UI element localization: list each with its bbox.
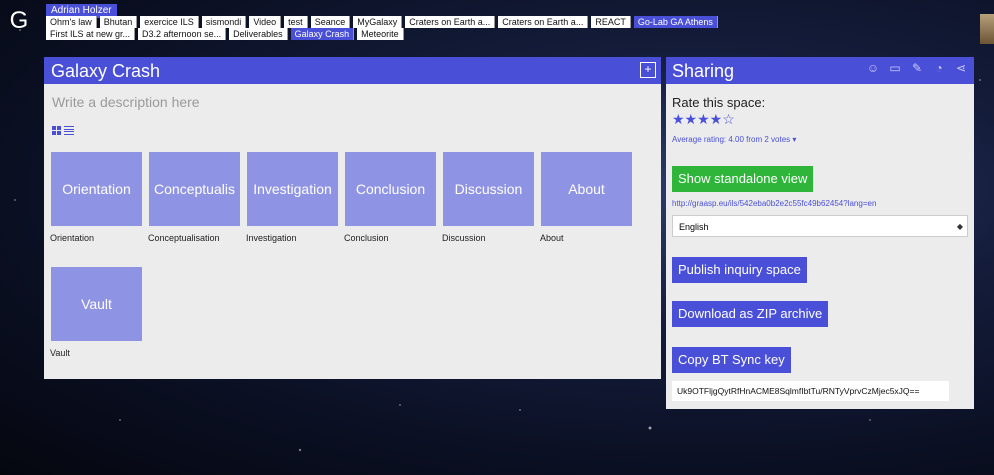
avatar[interactable] <box>980 14 994 44</box>
language-value: English <box>679 222 709 232</box>
sharing-panel: Sharing ☺ ▭ ✎ ◔ ⋖ Rate this space: ★★★★☆… <box>666 57 974 409</box>
phase-tile-about[interactable]: About <box>541 152 632 226</box>
language-select[interactable]: English ◆ <box>672 215 968 237</box>
grid-view-icon[interactable] <box>52 126 62 135</box>
description-field[interactable]: Write a description here <box>52 94 200 110</box>
show-standalone-button[interactable]: Show standalone view <box>672 166 814 192</box>
sharing-header: Sharing ☺ ▭ ✎ ◔ ⋖ <box>666 57 974 84</box>
edit-icon[interactable]: ✎ <box>910 61 924 75</box>
sharing-toolbar: ☺ ▭ ✎ ◔ ⋖ <box>866 61 968 75</box>
phase-tile-conclusion[interactable]: Conclusion <box>345 152 436 226</box>
list-view-icon[interactable] <box>64 126 74 135</box>
space-tab[interactable]: REACT <box>591 16 631 28</box>
space-tab-active[interactable]: Galaxy Crash <box>290 28 355 40</box>
space-tab[interactable]: Ohm's law <box>46 16 97 28</box>
space-tab[interactable]: D3.2 afternoon se... <box>138 28 227 40</box>
phase-caption: Conclusion <box>344 233 389 243</box>
phase-tile-investigation[interactable]: Investigation <box>247 152 338 226</box>
phase-tile-label: Conclusion <box>355 181 426 197</box>
copy-btsync-button[interactable]: Copy BT Sync key <box>672 347 791 373</box>
btsync-key-field[interactable]: Uk9OTFljgQytRfHnACME8SqlmfIbtTu/RNTyVprv… <box>672 381 949 401</box>
phase-tile-label: About <box>568 181 605 197</box>
space-tab[interactable]: Video <box>249 16 282 28</box>
space-tab[interactable]: Meteorite <box>357 28 404 40</box>
phase-tile-orientation[interactable]: Orientation <box>51 152 142 226</box>
average-rating[interactable]: Average rating: 4.00 from 2 votes ▾ <box>672 135 796 144</box>
space-tab[interactable]: MyGalaxy <box>353 16 403 28</box>
page-title: Galaxy Crash <box>51 61 161 81</box>
space-tab[interactable]: Deliverables <box>229 28 288 40</box>
notification-icon[interactable]: ◔ <box>932 61 946 75</box>
space-tab[interactable]: Seance <box>310 16 351 28</box>
phase-tile-label: Investigation <box>253 181 332 197</box>
space-tab[interactable]: exercice ILS <box>140 16 199 28</box>
phase-caption: Investigation <box>246 233 297 243</box>
phase-caption: Discussion <box>442 233 486 243</box>
rating-stars[interactable]: ★★★★☆ <box>672 111 735 128</box>
graasp-logo[interactable]: G <box>6 6 32 36</box>
publish-button[interactable]: Publish inquiry space <box>672 257 807 283</box>
members-icon[interactable]: ☺ <box>866 61 880 75</box>
phase-caption: Conceptualisation <box>148 233 220 243</box>
download-zip-button[interactable]: Download as ZIP archive <box>672 301 829 327</box>
add-item-button[interactable]: + <box>640 62 656 78</box>
space-panel: Galaxy Crash + Write a description here … <box>44 57 661 379</box>
phase-caption: About <box>540 233 564 243</box>
rate-label: Rate this space: <box>672 95 766 110</box>
space-tab[interactable]: sismondi <box>201 16 247 28</box>
space-tabs-row-2: First ILS at new gr... D3.2 afternoon se… <box>46 28 407 40</box>
space-tab[interactable]: test <box>284 16 308 28</box>
view-toggle <box>52 126 74 135</box>
phase-tile-vault[interactable]: Vault <box>51 267 142 341</box>
select-arrow-icon: ◆ <box>956 222 963 231</box>
space-tab[interactable]: Bhutan <box>99 16 138 28</box>
space-tab-active[interactable]: Go-Lab GA Athens <box>633 16 718 28</box>
space-tab[interactable]: Craters on Earth a... <box>405 16 496 28</box>
phase-tile-conceptualisation[interactable]: Conceptualis <box>149 152 240 226</box>
phase-caption: Orientation <box>50 233 95 243</box>
comment-icon[interactable]: ▭ <box>888 61 902 75</box>
phase-tile-label: Discussion <box>454 181 523 197</box>
space-header: Galaxy Crash + <box>44 57 661 84</box>
standalone-link[interactable]: http://graasp.eu/ils/542eba0b2e2c55fc49b… <box>672 199 876 208</box>
space-tabs-row-1: Ohm's law Bhutan exercice ILS sismondi V… <box>46 16 721 28</box>
share-icon[interactable]: ⋖ <box>954 61 968 75</box>
phase-tile-label: Vault <box>81 296 112 312</box>
phase-tile-discussion[interactable]: Discussion <box>443 152 534 226</box>
phase-tile-label: Conceptualis <box>154 181 235 197</box>
space-tab[interactable]: First ILS at new gr... <box>46 28 136 40</box>
space-tab[interactable]: Craters on Earth a... <box>498 16 589 28</box>
phase-tile-label: Orientation <box>62 181 131 197</box>
phase-caption: Vault <box>50 348 70 358</box>
sharing-title: Sharing <box>672 61 735 81</box>
